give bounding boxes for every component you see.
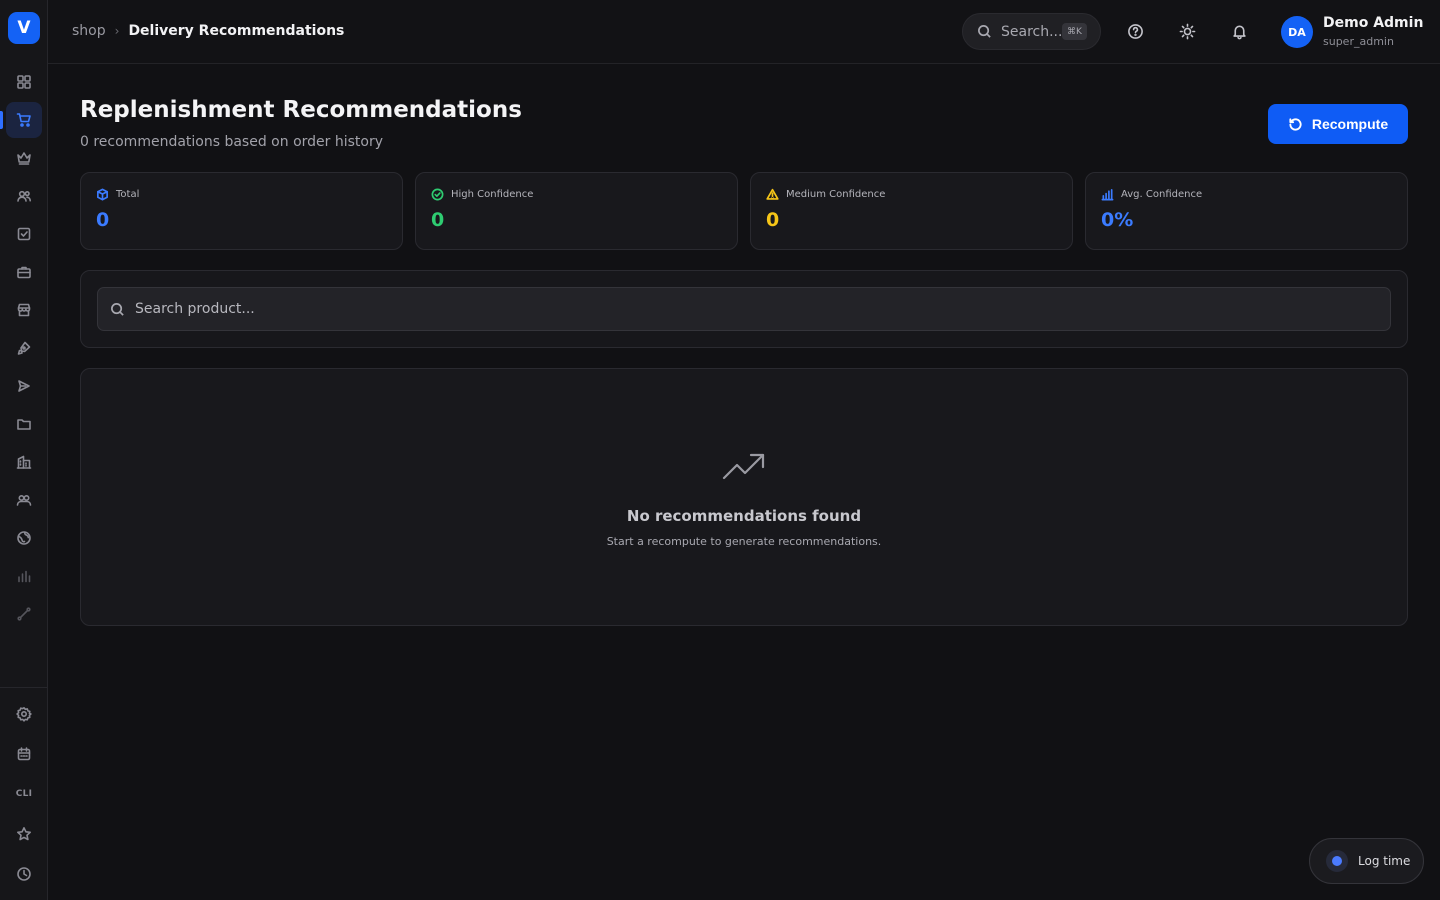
active-indicator	[0, 111, 3, 129]
users-icon[interactable]	[6, 178, 42, 214]
chevron-right-icon: ›	[114, 24, 120, 38]
route-icon[interactable]	[6, 596, 42, 632]
send-icon[interactable]	[6, 368, 42, 404]
global-search-label: Search...	[1001, 23, 1063, 40]
keyboard-shortcut-badge: ⌘K	[1062, 23, 1087, 40]
clock-icon[interactable]	[6, 856, 42, 892]
stat-value: 0	[431, 209, 445, 231]
breadcrumb-current: Delivery Recommendations	[128, 23, 345, 39]
global-search-button[interactable]: Search... ⌘K	[962, 13, 1101, 50]
app-logo[interactable]: V	[8, 12, 40, 44]
stat-label: Medium Confidence	[766, 188, 885, 201]
search-icon	[111, 302, 124, 316]
user-avatar[interactable]: DA	[1281, 16, 1313, 48]
stat-label: High Confidence	[431, 188, 533, 201]
check-circle-icon	[431, 188, 444, 201]
team-icon[interactable]	[6, 482, 42, 518]
shopping-cart-icon[interactable]	[6, 102, 42, 138]
cli-label: CLI	[15, 789, 33, 799]
cli-button[interactable]: CLI	[6, 776, 42, 812]
sidebar: V CLI	[0, 0, 48, 900]
notifications-bell-icon[interactable]	[1228, 20, 1250, 42]
stat-card-total: Total 0	[80, 172, 403, 250]
calendar-icon[interactable]	[6, 736, 42, 772]
user-name[interactable]: Demo Admin	[1323, 15, 1423, 31]
theme-toggle-sun-icon[interactable]	[1176, 20, 1198, 42]
empty-state-description: Start a recompute to generate recommenda…	[606, 535, 882, 548]
crown-icon[interactable]	[6, 140, 42, 176]
help-icon[interactable]	[1124, 20, 1146, 42]
building-icon[interactable]	[6, 444, 42, 480]
empty-state-title: No recommendations found	[626, 507, 862, 525]
trending-up-icon	[722, 451, 766, 483]
checkbox-icon[interactable]	[6, 216, 42, 252]
product-search-input[interactable]	[135, 301, 1335, 317]
recompute-label: Recompute	[1311, 116, 1389, 132]
page-subtitle: 0 recommendations based on order history	[80, 134, 384, 150]
stat-card-avg-confidence: Avg. Confidence 0%	[1085, 172, 1408, 250]
stat-label-text: High Confidence	[451, 189, 534, 200]
stat-card-high-confidence: High Confidence 0	[415, 172, 738, 250]
store-icon[interactable]	[6, 292, 42, 328]
user-role: super_admin	[1323, 35, 1394, 48]
recommendations-panel: No recommendations found Start a recompu…	[80, 368, 1408, 626]
settings-icon[interactable]	[6, 696, 42, 732]
stat-label-text: Total	[116, 189, 140, 200]
refresh-icon	[1289, 117, 1302, 131]
product-search-field[interactable]	[97, 287, 1391, 331]
sidebar-divider	[0, 687, 47, 688]
cube-icon	[97, 188, 108, 201]
analytics-icon[interactable]	[6, 558, 42, 594]
pen-tool-icon[interactable]	[6, 330, 42, 366]
stat-label: Total	[96, 188, 139, 201]
dashboard-icon[interactable]	[6, 64, 42, 100]
warning-icon	[766, 188, 779, 200]
log-time-button[interactable]: Log time	[1309, 838, 1424, 884]
bar-chart-icon	[1101, 189, 1114, 201]
breadcrumb-shop-link[interactable]: shop	[72, 23, 106, 39]
page-title: Replenishment Recommendations	[80, 97, 522, 123]
stat-value: 0	[766, 209, 780, 231]
breadcrumb: shop › Delivery Recommendations	[72, 23, 344, 39]
folder-icon[interactable]	[6, 406, 42, 442]
stat-label-text: Medium Confidence	[786, 189, 886, 200]
timer-icon	[1326, 850, 1348, 872]
globe-icon[interactable]	[6, 520, 42, 556]
stat-value: 0	[96, 209, 110, 231]
stat-card-medium-confidence: Medium Confidence 0	[750, 172, 1073, 250]
stat-label: Avg. Confidence	[1101, 188, 1202, 201]
stat-value: 0%	[1101, 209, 1134, 231]
top-bar: shop › Delivery Recommendations Search..…	[48, 0, 1440, 64]
briefcase-icon[interactable]	[6, 254, 42, 290]
star-icon[interactable]	[6, 816, 42, 852]
recompute-button[interactable]: Recompute	[1268, 104, 1408, 144]
stat-label-text: Avg. Confidence	[1121, 189, 1203, 200]
log-time-label: Log time	[1358, 854, 1411, 868]
search-icon	[978, 25, 991, 38]
filter-panel	[80, 270, 1408, 348]
